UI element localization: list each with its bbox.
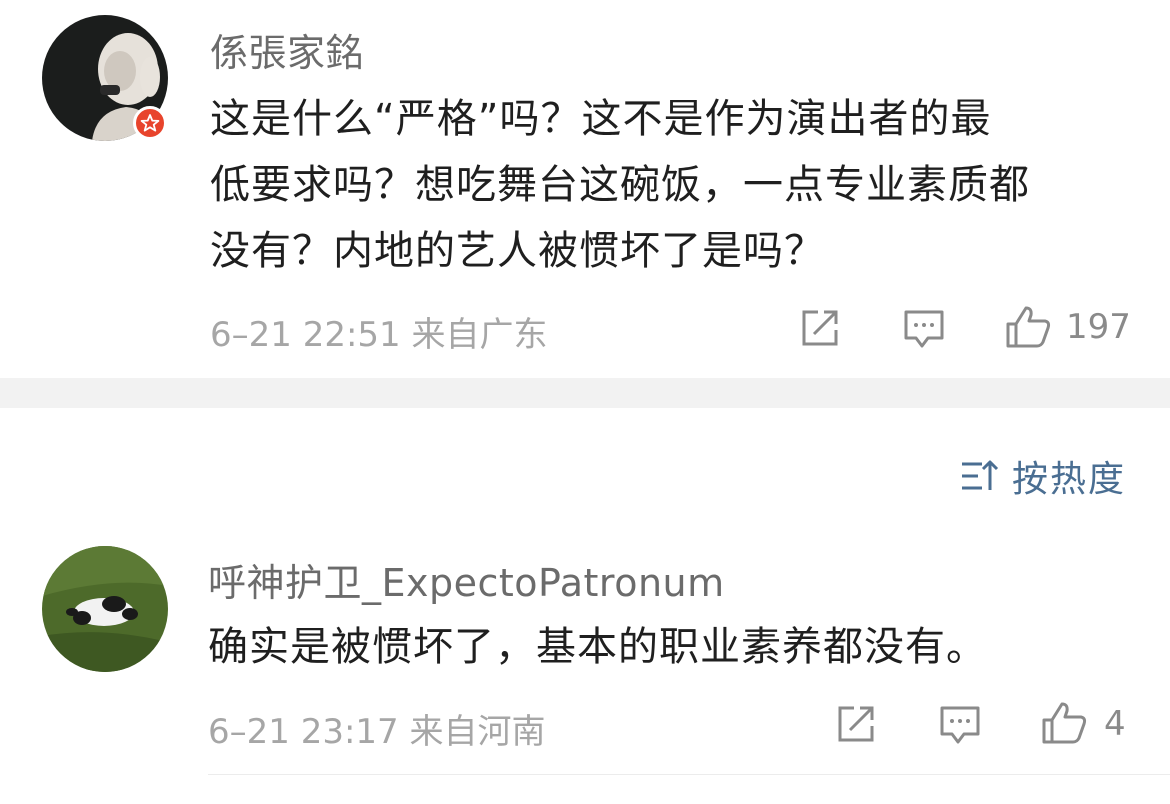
thumbs-up-icon[interactable] [1004,304,1052,350]
section-divider [0,378,1170,408]
divider [208,774,1170,775]
share-icon[interactable] [834,702,878,746]
share-icon[interactable] [798,306,842,350]
comment-meta: 6–21 23:17 来自河南 [208,712,546,752]
comment-text: 这是什么“严格”吗？这不是作为演出者的最 低要求吗？想吃舞台这碗饭，一点专业素质… [210,86,1130,284]
sort-label: 按热度 [1011,459,1126,500]
avatar[interactable] [42,546,168,672]
comment-text-line: 没有？内地的艺人被惯坏了是吗？ [210,228,825,274]
comment-item: 呼神护卫_ExpectoPatronum 确实是被惯坏了，基本的职业素养都没有。… [0,530,1170,780]
comment-meta: 6–21 22:51 来自广东 [210,315,548,355]
username[interactable]: 係張家銘 [210,22,364,77]
username[interactable]: 呼神护卫_ExpectoPatronum [208,552,725,607]
like-count: 197 [1066,307,1131,347]
like-count: 4 [1104,704,1126,744]
reply-icon[interactable] [902,306,946,350]
comment-text: 确实是被惯坏了，基本的职业素养都没有。 [208,614,1128,680]
star-badge-icon [133,106,167,140]
reply-icon[interactable] [938,702,982,746]
sort-icon [961,460,999,490]
comment-text-line: 确实是被惯坏了，基本的职业素养都没有。 [208,624,987,670]
thumbs-up-icon[interactable] [1040,700,1088,746]
comment-item: 係張家銘 这是什么“严格”吗？这不是作为演出者的最 低要求吗？想吃舞台这碗饭，一… [0,0,1170,378]
comment-text-line: 低要求吗？想吃舞台这碗饭，一点专业素质都 [210,162,1030,208]
sort-by-popularity-button[interactable]: 按热度 [960,450,1126,502]
comment-text-line: 这是什么“严格”吗？这不是作为演出者的最 [210,96,992,142]
